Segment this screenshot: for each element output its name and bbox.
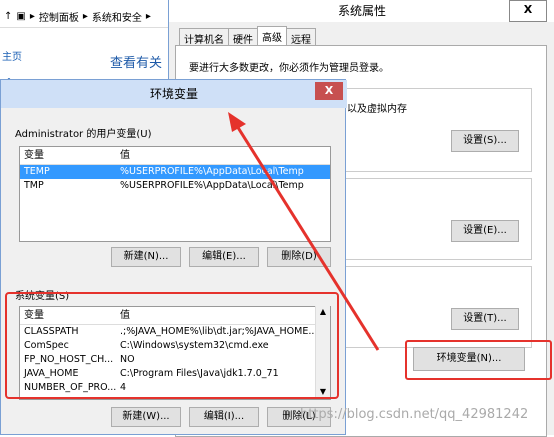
arrow-line <box>230 117 380 351</box>
annotation-arrow <box>228 112 380 351</box>
watermark: https://blog.csdn.net/qq_42981242 <box>300 407 529 422</box>
arrow-head <box>228 112 246 132</box>
